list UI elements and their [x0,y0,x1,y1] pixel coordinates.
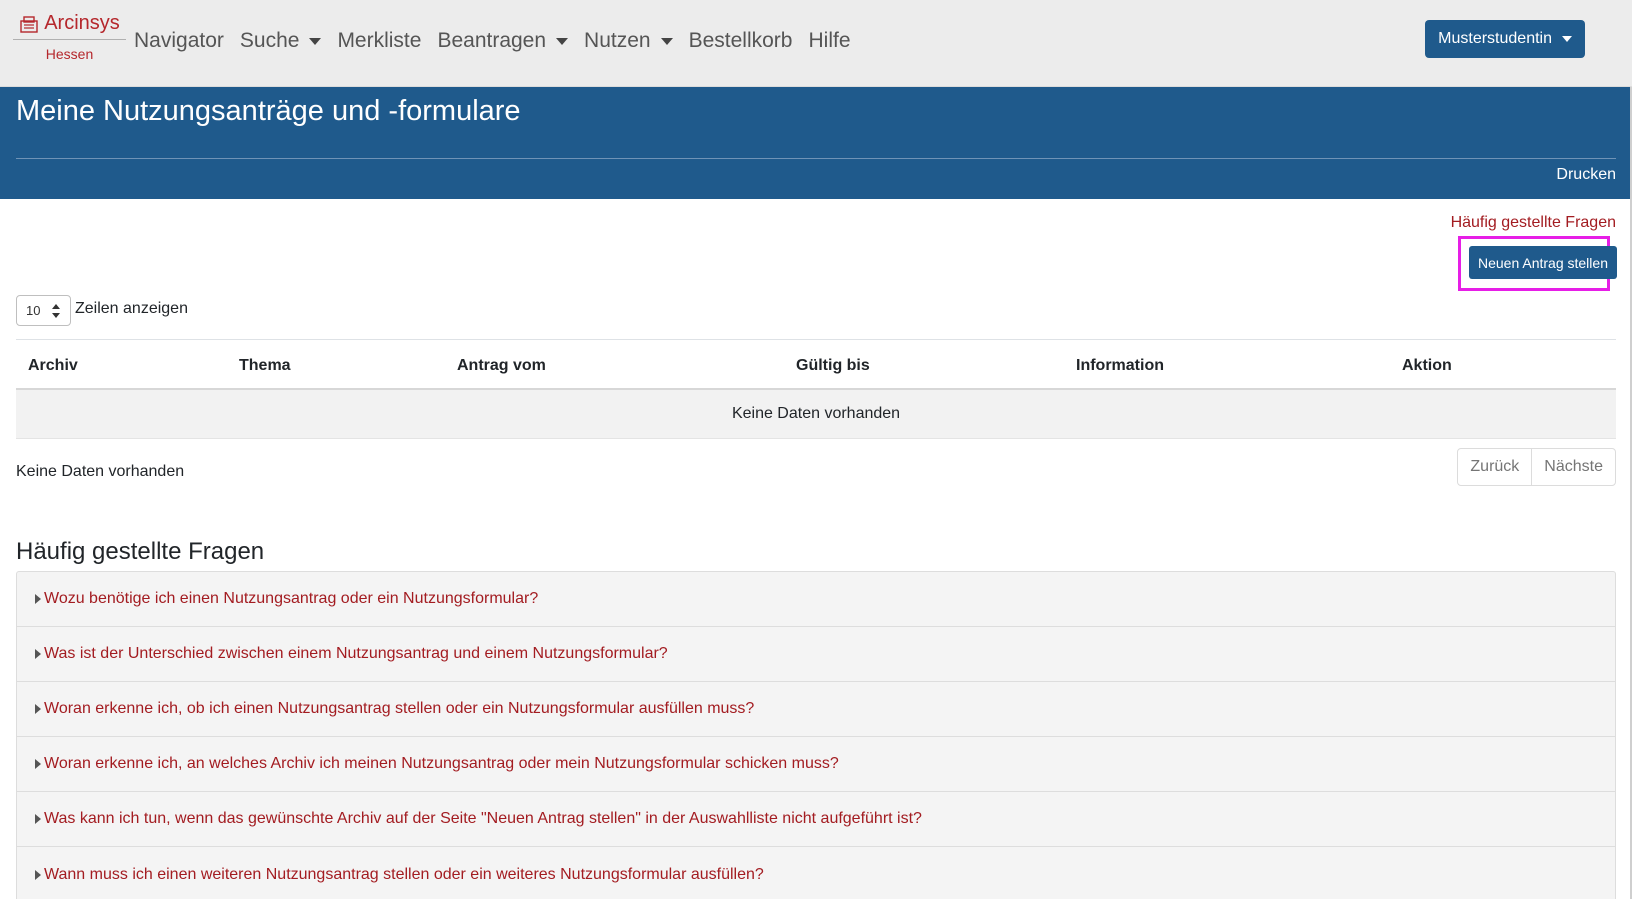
header-divider [16,158,1616,159]
triangle-right-icon [35,759,41,769]
user-name: Musterstudentin [1438,30,1552,47]
faq-question: Woran erkenne ich, an welches Archiv ich… [44,755,839,772]
archive-icon [20,15,38,33]
nav-hilfe-label: Hilfe [808,29,851,52]
nav-beantragen[interactable]: Beantragen [437,29,569,53]
faq-item[interactable]: Was ist der Unterschied zwischen einem N… [17,627,1615,682]
pagination: Zurück Nächste [1457,448,1616,486]
table-info: Keine Daten vorhanden [16,463,185,480]
nav-nutzen[interactable]: Nutzen [584,29,673,53]
nav-merkliste-label: Merkliste [337,29,422,52]
nav-bestellkorb[interactable]: Bestellkorb [689,29,793,53]
top-navbar: Arcinsys Hessen Navigator Suche Merklist… [0,0,1632,87]
faq-heading: Häufig gestellte Fragen [16,538,265,565]
caret-down-icon [556,37,569,45]
faq-question: Wann muss ich einen weiteren Nutzungsant… [44,865,764,883]
triangle-right-icon [35,814,41,824]
triangle-right-icon [35,594,41,604]
column-gueltig-bis[interactable]: Gültig bis [796,357,870,375]
print-link[interactable]: Drucken [1556,166,1616,184]
column-information[interactable]: Information [1076,357,1164,375]
page-title: Meine Nutzungsanträge und -formulare [16,95,521,127]
triangle-right-icon [35,869,41,880]
faq-item[interactable]: Woran erkenne ich, an welches Archiv ich… [17,737,1615,792]
nav-merkliste[interactable]: Merkliste [337,29,421,53]
nav-suche-label: Suche [239,29,300,52]
page-header: Meine Nutzungsanträge und -formulare Dru… [0,87,1632,199]
new-request-button[interactable]: Neuen Antrag stellen [1469,246,1617,279]
faq-question: Was ist der Unterschied zwischen einem N… [44,645,668,662]
faq-question: Woran erkenne ich, ob ich einen Nutzungs… [44,700,755,717]
table-header: Archiv Thema Antrag vom Gültig bis Infor… [16,339,1616,390]
nav-suche[interactable]: Suche [240,29,322,53]
main-nav: Navigator Suche Merkliste Beantragen Nut… [134,24,867,58]
caret-down-icon [1562,36,1572,42]
nav-navigator[interactable]: Navigator [134,29,224,53]
faq-item[interactable]: Was kann ich tun, wenn das gewünschte Ar… [17,792,1615,847]
sort-arrows-icon [52,304,60,318]
column-thema[interactable]: Thema [239,357,291,375]
requests-table: Archiv Thema Antrag vom Gültig bis Infor… [16,339,1616,439]
caret-down-icon [309,37,322,45]
next-page-button[interactable]: Nächste [1531,449,1615,485]
user-menu-button[interactable]: Musterstudentin [1425,20,1585,58]
faq-link[interactable]: Häufig gestellte Fragen [1451,214,1616,232]
faq-item[interactable]: Wozu benötige ich einen Nutzungsantrag o… [17,572,1615,627]
brand-logo[interactable]: Arcinsys Hessen [13,12,126,70]
faq-question: Wozu benötige ich einen Nutzungsantrag o… [44,590,539,607]
nav-nutzen-label: Nutzen [584,29,651,52]
faq-item[interactable]: Wann muss ich einen weiteren Nutzungsant… [17,847,1615,899]
nav-navigator-label: Navigator [134,29,224,52]
column-antrag-vom[interactable]: Antrag vom [457,357,546,375]
triangle-right-icon [35,704,41,714]
faq-accordion: Wozu benötige ich einen Nutzungsantrag o… [16,571,1616,899]
triangle-right-icon [35,649,41,659]
faq-item[interactable]: Woran erkenne ich, ob ich einen Nutzungs… [17,682,1615,737]
empty-message: Keine Daten vorhanden [731,405,901,422]
brand-name: Arcinsys [44,12,120,34]
caret-down-icon [660,37,673,45]
rows-per-page-label: Zeilen anzeigen [75,300,188,317]
nav-hilfe[interactable]: Hilfe [808,29,850,53]
rows-per-page-select[interactable]: 10 [16,295,71,326]
nav-bestellkorb-label: Bestellkorb [688,29,793,52]
column-archiv[interactable]: Archiv [28,357,78,375]
brand-subtitle: Hessen [45,46,94,62]
previous-page-button[interactable]: Zurück [1458,449,1531,485]
column-aktion[interactable]: Aktion [1402,357,1452,375]
table-empty-row: Keine Daten vorhanden [16,390,1616,439]
faq-question: Was kann ich tun, wenn das gewünschte Ar… [44,810,922,827]
nav-beantragen-label: Beantragen [437,29,547,52]
rows-per-page-value: 10 [26,303,41,318]
